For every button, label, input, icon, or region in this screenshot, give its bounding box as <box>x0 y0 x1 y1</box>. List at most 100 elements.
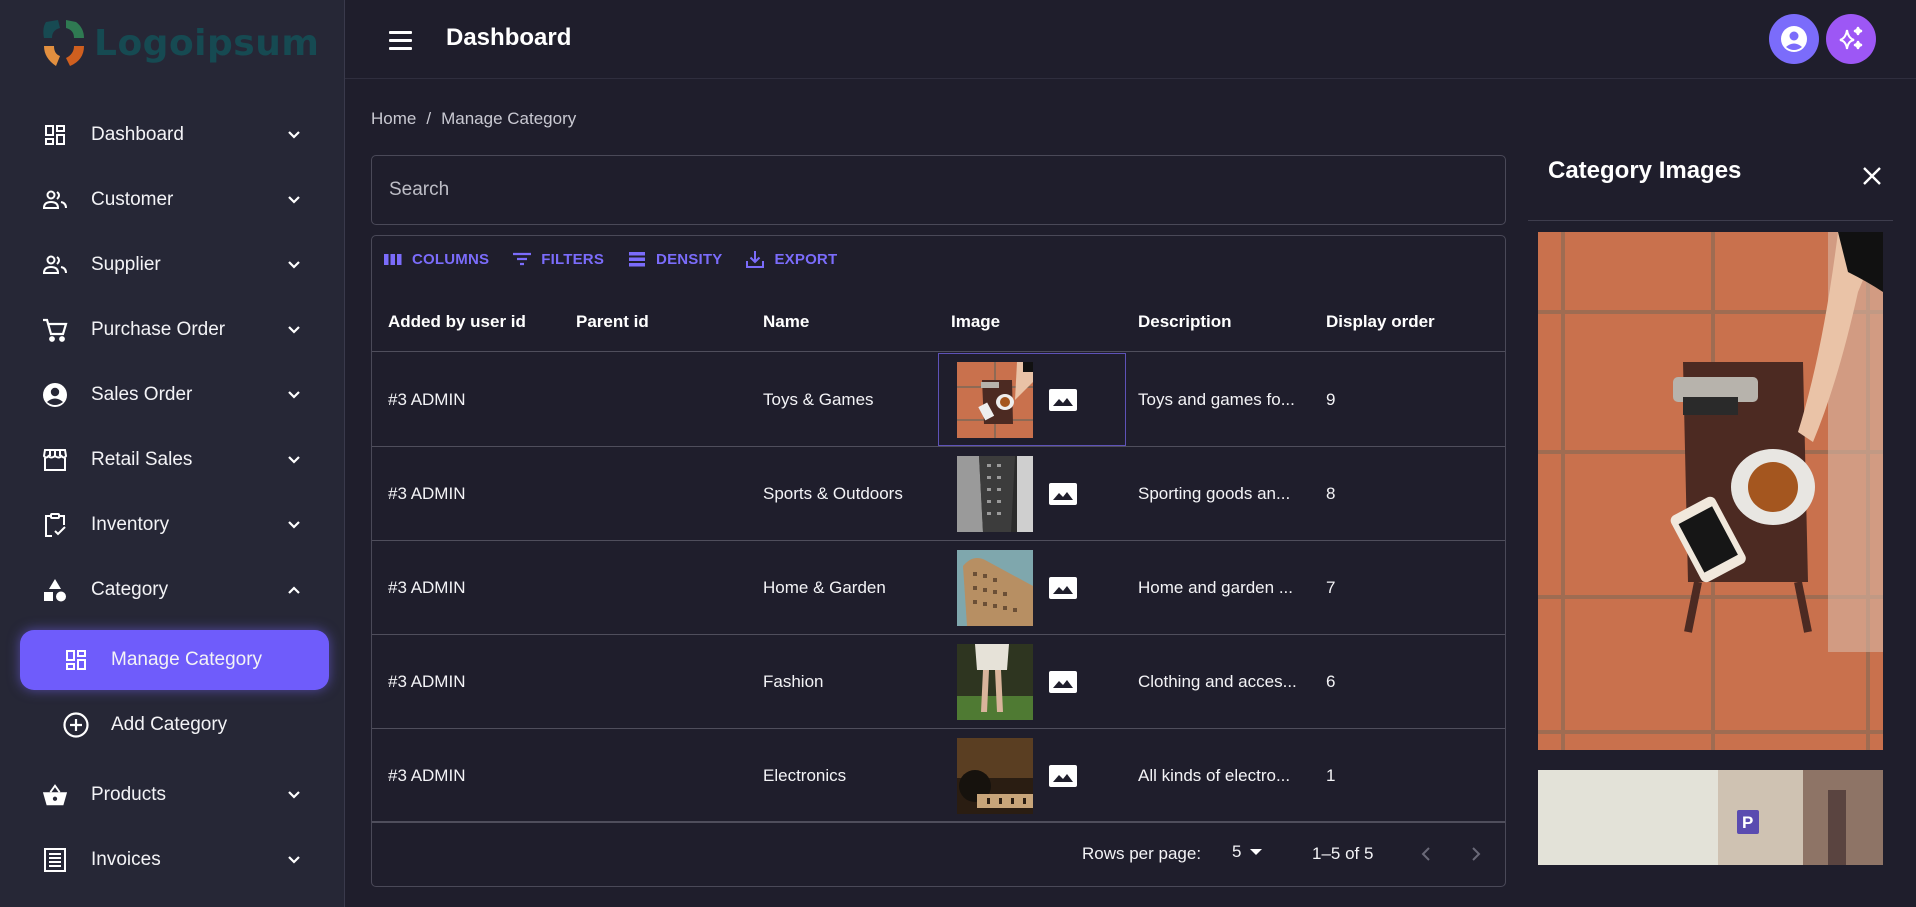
thumbnail-person-white-dress[interactable] <box>957 643 1033 720</box>
sidebar-item-label: Inventory <box>91 514 170 535</box>
table-row[interactable]: #3 ADMIN Home & Garden Home and garden .… <box>372 541 1505 635</box>
export-button[interactable]: EXPORT <box>744 248 837 270</box>
chevron-down-icon <box>288 456 300 464</box>
sidebar-item-retail-sales[interactable]: Retail Sales <box>0 434 345 486</box>
panel-image-table-with-tea-cup[interactable] <box>1538 232 1883 750</box>
account-circle-icon <box>1781 26 1807 52</box>
cell-image[interactable] <box>938 729 1126 822</box>
next-page-button[interactable] <box>1462 840 1490 868</box>
cell-added-by: #3 ADMIN <box>388 577 466 597</box>
caret-down-icon <box>1250 849 1263 855</box>
cell-description: Clothing and acces... <box>1138 671 1297 691</box>
hamburger-icon-line <box>389 38 412 42</box>
table-row[interactable]: #3 ADMIN Sports & Outdoors Sporting good… <box>372 447 1505 541</box>
receipt-icon <box>42 847 68 873</box>
sidebar-item-label: Invoices <box>91 849 161 870</box>
image-icon[interactable] <box>1048 576 1078 600</box>
cell-image[interactable] <box>938 541 1126 634</box>
dashboard-icon <box>62 646 90 674</box>
close-icon[interactable] <box>1860 164 1884 188</box>
sidebar: Logoipsum Dashboard Customer Supplier Pu… <box>0 0 345 907</box>
pagination-range: 1–5 of 5 <box>1312 844 1374 863</box>
menu-toggle-button[interactable] <box>389 26 417 54</box>
cell-image[interactable] <box>938 635 1126 728</box>
table-header-row: Added by user id Parent id Name Image De… <box>372 292 1505 352</box>
table-row[interactable]: #3 ADMIN Toys & Games Toys and games fo.… <box>372 353 1505 447</box>
rows-per-page-select[interactable]: 5 <box>1232 842 1263 862</box>
chevron-down-icon <box>288 391 300 399</box>
sidebar-item-products[interactable]: Products <box>0 769 345 821</box>
export-button-label: EXPORT <box>774 250 838 268</box>
column-header-added-by[interactable]: Added by user id <box>388 292 526 352</box>
hamburger-icon-line <box>389 30 412 34</box>
sidebar-item-label: Retail Sales <box>91 449 193 470</box>
sidebar-item-label: Sales Order <box>91 384 193 405</box>
columns-icon <box>384 254 402 265</box>
thumbnail-grayscale-building[interactable] <box>957 455 1033 532</box>
image-icon[interactable] <box>1048 482 1078 506</box>
sparkles-icon <box>1839 26 1863 50</box>
sidebar-item-sales-order[interactable]: Sales Order <box>0 369 345 421</box>
storefront-icon <box>42 447 68 473</box>
image-icon[interactable] <box>1048 388 1078 412</box>
cell-name: Electronics <box>763 765 847 785</box>
cart-icon <box>42 317 68 343</box>
sidebar-item-inventory[interactable]: Inventory <box>0 499 345 551</box>
cell-name: Sports & Outdoors <box>763 483 903 503</box>
cell-added-by: #3 ADMIN <box>388 671 466 691</box>
thumbnail-table-with-tea-cup[interactable] <box>957 361 1033 438</box>
sidebar-item-customer[interactable]: Customer <box>0 174 345 226</box>
panel-divider <box>1528 220 1893 221</box>
sidebar-subitem-label: Manage Category <box>111 649 263 670</box>
sidebar-item-supplier[interactable]: Supplier <box>0 239 345 291</box>
svg-text:P: P <box>1742 813 1753 832</box>
column-header-name[interactable]: Name <box>763 292 809 352</box>
column-header-parent-id[interactable]: Parent id <box>576 292 649 352</box>
table-row[interactable]: #3 ADMIN Electronics All kinds of electr… <box>372 729 1505 823</box>
sidebar-item-purchase-order[interactable]: Purchase Order <box>0 304 345 356</box>
sidebar-item-dashboard[interactable]: Dashboard <box>0 109 345 161</box>
cell-image[interactable] <box>938 353 1126 446</box>
clipboard-check-icon <box>42 512 68 538</box>
sidebar-item-label: Supplier <box>91 254 161 275</box>
table-row[interactable]: #3 ADMIN Fashion Clothing and acces... 6 <box>372 635 1505 729</box>
chevron-down-icon <box>288 196 300 204</box>
thumbnail-night-house-sky[interactable] <box>957 737 1033 814</box>
column-header-display-order[interactable]: Display order <box>1326 292 1435 352</box>
image-icon[interactable] <box>1048 764 1078 788</box>
thumbnail-flatiron-building[interactable] <box>957 549 1033 626</box>
chevron-down-icon <box>288 261 300 269</box>
chevron-up-icon <box>288 586 300 594</box>
column-header-description[interactable]: Description <box>1138 292 1232 352</box>
chevron-down-icon <box>288 791 300 799</box>
people-icon <box>42 252 68 278</box>
sidebar-item-label: Purchase Order <box>91 319 226 340</box>
logo[interactable]: Logoipsum <box>40 18 319 68</box>
density-button[interactable]: DENSITY <box>626 248 722 270</box>
columns-button[interactable]: COLUMNS <box>382 248 489 270</box>
density-icon <box>629 252 646 267</box>
search-input[interactable] <box>371 155 1506 225</box>
sidebar-item-invoices[interactable]: Invoices <box>0 834 345 886</box>
panel-image-street-with-parking-sign[interactable]: P <box>1538 770 1883 865</box>
cell-display-order: 9 <box>1326 389 1336 409</box>
logo-text: Logoipsum <box>94 22 320 64</box>
sidebar-subitem-manage-category[interactable]: Manage Category <box>20 630 329 690</box>
cell-image[interactable] <box>938 447 1126 540</box>
shapes-icon <box>42 577 68 603</box>
user-account-button[interactable] <box>1769 14 1819 64</box>
column-header-image[interactable]: Image <box>951 292 1000 352</box>
previous-page-button[interactable] <box>1412 840 1440 868</box>
image-icon[interactable] <box>1048 670 1078 694</box>
sidebar-subitem-add-category[interactable]: Add Category <box>20 695 329 755</box>
sidebar-item-label: Products <box>91 784 166 805</box>
cell-added-by: #3 ADMIN <box>388 765 466 785</box>
sidebar-item-category[interactable]: Category <box>0 564 345 616</box>
chevron-down-icon <box>288 521 300 529</box>
hamburger-icon-line <box>389 46 412 50</box>
ai-assistant-button[interactable] <box>1826 14 1876 64</box>
breadcrumb-home-link[interactable]: Home <box>371 109 416 129</box>
add-circle-icon <box>62 711 90 739</box>
filters-button[interactable]: FILTERS <box>511 248 604 270</box>
category-data-grid: COLUMNS FILTERS DENSITY EXPORT Added by … <box>371 235 1506 887</box>
